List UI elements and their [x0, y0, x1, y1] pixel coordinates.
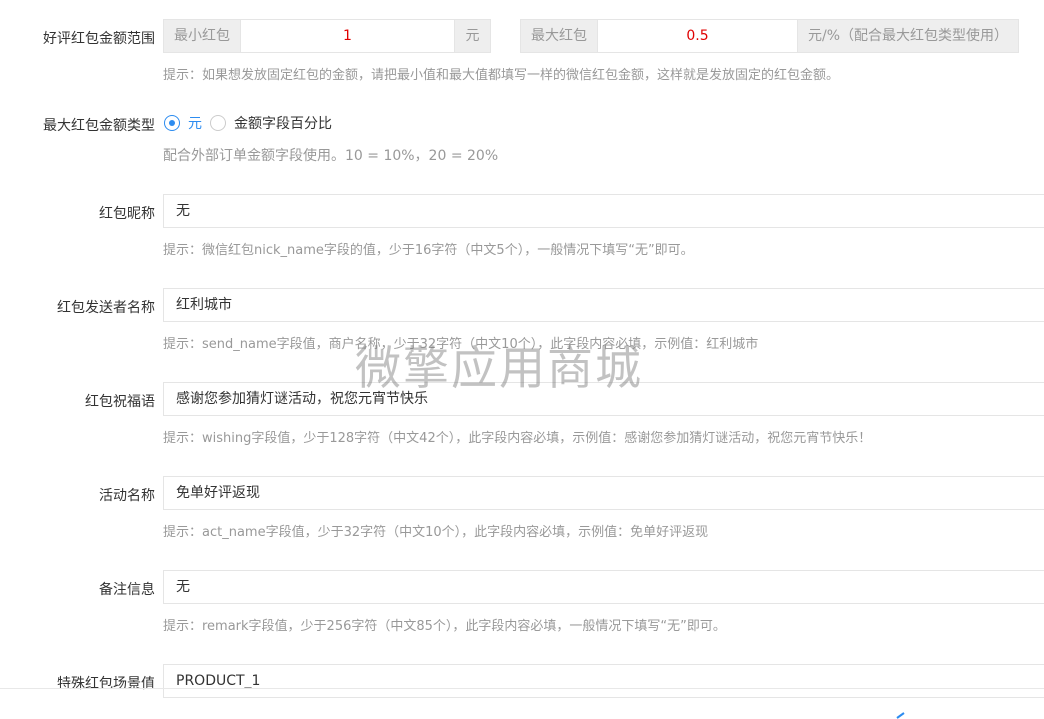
bottom-bar-divider — [0, 688, 1044, 689]
max-addon: 最大红包 — [520, 19, 598, 53]
wishing-label: 红包祝福语 — [85, 394, 155, 410]
range-label: 好评红包金额范围 — [43, 31, 155, 47]
radio-percent[interactable] — [210, 115, 226, 131]
radio-percent-label[interactable]: 金额字段百分比 — [234, 115, 332, 133]
scene-label: 特殊红包场景值 — [57, 676, 155, 692]
radio-yuan-label[interactable]: 元 — [188, 115, 202, 133]
act-name-hint: 提示：act_name字段值，少于32字符（中文10个），此字段内容必填，示例值… — [163, 525, 709, 540]
remark-input[interactable]: 无 — [163, 570, 1044, 604]
act-name-label: 活动名称 — [99, 488, 155, 504]
wishing-hint: 提示：wishing字段值，少于128字符（中文42个），此字段内容必填，示例值… — [163, 431, 872, 446]
act-name-input[interactable]: 免单好评返现 — [163, 476, 1044, 510]
corner-arrow-icon — [896, 712, 905, 719]
scene-input[interactable]: PRODUCT_1 — [163, 664, 1044, 698]
remark-label: 备注信息 — [99, 582, 155, 598]
watermark: 微擎应用商城 — [355, 341, 643, 395]
max-unit-addon: 元/%（配合最大红包类型使用） — [797, 19, 1019, 53]
range-hint: 提示：如果想发放固定红包的金额，请把最小值和最大值都填写一样的微信红包金额，这样… — [163, 68, 840, 83]
max-amount-input[interactable]: 0.5 — [598, 19, 797, 53]
send-name-input[interactable]: 红利城市 — [163, 288, 1044, 322]
nick-name-label: 红包昵称 — [99, 206, 155, 222]
min-addon: 最小红包 — [163, 19, 241, 53]
min-unit-addon: 元 — [454, 19, 491, 53]
nick-name-input[interactable]: 无 — [163, 194, 1044, 228]
max-type-hint: 配合外部订单金额字段使用。10 = 10%，20 = 20% — [163, 148, 499, 164]
remark-hint: 提示：remark字段值，少于256字符（中文85个），此字段内容必填，一般情况… — [163, 619, 726, 634]
radio-yuan[interactable] — [164, 115, 180, 131]
send-name-label: 红包发送者名称 — [57, 300, 155, 316]
max-type-label: 最大红包金额类型 — [43, 118, 155, 134]
min-amount-input[interactable]: 1 — [241, 19, 454, 53]
nick-name-hint: 提示：微信红包nick_name字段的值，少于16字符（中文5个），一般情况下填… — [163, 243, 694, 258]
